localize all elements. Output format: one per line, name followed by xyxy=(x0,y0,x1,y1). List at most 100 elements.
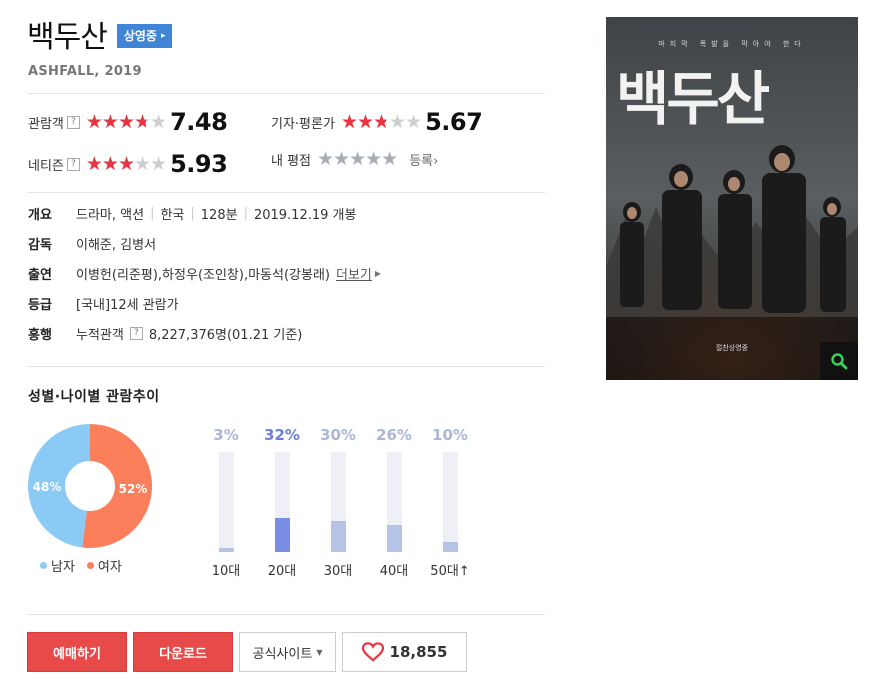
my-rating: 내 평점 ★★★★★ 등록› xyxy=(271,150,438,170)
netizen-rating-label: 네티즌 xyxy=(28,158,64,174)
age-bar-track xyxy=(386,452,402,552)
age-bar xyxy=(386,524,402,552)
cast-role: (리준평), xyxy=(111,268,163,283)
critics-rating: 기자·평론가 ★★★★★★★★★★ 5.67 xyxy=(271,108,483,136)
movie-poster[interactable]: 마지막 폭발을 막아야 한다 백두산 절찬상영중 xyxy=(606,17,858,380)
age-bar-track xyxy=(218,452,234,552)
grade-label: 등급 xyxy=(28,298,52,313)
heart-icon xyxy=(361,642,384,662)
cast-more-link[interactable]: 더보기 xyxy=(336,264,372,283)
age-label: 30대 xyxy=(323,564,353,579)
age-bar xyxy=(218,548,234,552)
legend-male: 남자 xyxy=(40,556,75,575)
movie-title: 백두산 xyxy=(27,20,108,55)
gender-donut-chart: 48% 52% xyxy=(28,424,153,548)
cast-link[interactable]: 이병헌 xyxy=(76,264,112,283)
register-rating-link[interactable]: 등록› xyxy=(409,150,438,169)
cast-row: 출연 이병헌 (리준평), 하정우 (조인창), 마동석 (강봉래) 더보기 ▶ xyxy=(28,264,381,283)
age-column: 10% 50대↑ xyxy=(430,426,470,579)
release-date-link[interactable]: 2019.12.19 개봉 xyxy=(254,204,357,223)
age-bar xyxy=(442,541,458,552)
poster-title: 백두산 xyxy=(616,65,770,133)
divider xyxy=(27,192,545,193)
age-pct-label: 3% xyxy=(213,426,239,444)
poster-tagline: 마지막 폭발을 막아야 한다 xyxy=(658,40,806,48)
age-bar-track xyxy=(274,452,290,552)
age-column: 30% 30대 xyxy=(318,426,358,579)
netizen-score: 5.93 xyxy=(170,150,228,178)
age-bar-track xyxy=(330,452,346,552)
divider xyxy=(27,93,545,94)
search-icon xyxy=(831,353,848,370)
age-pct-label: 32% xyxy=(264,426,300,444)
director-links[interactable]: 이해준, 김병서 xyxy=(76,234,156,253)
boxoffice-label: 흥행 xyxy=(28,328,52,343)
director-label: 감독 xyxy=(28,238,52,253)
help-icon[interactable]: ? xyxy=(129,327,143,340)
cast-role: (강봉래) xyxy=(283,268,331,283)
age-pct-label: 30% xyxy=(320,426,356,444)
overview-label: 개요 xyxy=(28,208,52,223)
age-label: 40대 xyxy=(379,564,409,579)
age-pct-label: 10% xyxy=(432,426,468,444)
my-rating-stars[interactable]: ★★★★★ xyxy=(317,150,398,169)
age-label: 20대 xyxy=(267,564,297,579)
status-badge-label: 상영중 xyxy=(123,29,157,43)
grade-prefix: [국내] xyxy=(76,298,111,313)
help-icon[interactable]: ? xyxy=(66,115,80,129)
grade-row: 등급 [국내] 12세 관람가 xyxy=(28,294,179,313)
chevron-right-icon: ▸ xyxy=(160,31,166,41)
netizen-stars: ★★★★★★★★★★ xyxy=(85,152,167,175)
age-pct-label: 26% xyxy=(376,426,412,444)
movie-subtitle: ASHFALL, 2019 xyxy=(28,64,142,79)
audience-stars: ★★★★★★★★★★ xyxy=(85,110,167,133)
critics-rating-label: 기자·평론가 xyxy=(271,116,335,132)
reserve-button[interactable]: 예매하기 xyxy=(27,632,127,672)
title-row: 백두산 상영중 ▸ xyxy=(27,12,173,56)
boxoffice-value: 8,227,376명(01.21 기준) xyxy=(148,328,303,343)
runtime: 128분 xyxy=(200,208,238,223)
cast-link[interactable]: 하정우 xyxy=(162,264,198,283)
age-bar xyxy=(330,520,346,552)
director-row: 감독 이해준, 김병서 xyxy=(28,234,156,253)
cast-label: 출연 xyxy=(28,268,52,283)
zoom-button[interactable] xyxy=(820,342,858,380)
official-site-label: 공식사이트 xyxy=(252,646,313,662)
boxoffice-prefix: 누적관객 xyxy=(76,328,124,343)
age-bar xyxy=(274,518,290,552)
critics-score: 5.67 xyxy=(425,108,483,136)
my-rating-label: 내 평점 xyxy=(271,154,312,169)
cast-role: (조인창), xyxy=(197,268,249,283)
official-site-dropdown[interactable]: 공식사이트 ▼ xyxy=(239,632,336,672)
legend-female: 여자 xyxy=(86,556,122,575)
trend-section-title: 성별·나이별 관람추이 xyxy=(28,389,160,405)
gender-legend: 남자 여자 xyxy=(40,556,122,575)
grade-link[interactable]: 12세 관람가 xyxy=(110,294,179,313)
download-button[interactable]: 다운로드 xyxy=(133,632,233,672)
female-pct-label: 52% xyxy=(119,482,148,496)
netizen-rating: 네티즌 ? ★★★★★★★★★★ 5.93 xyxy=(28,150,228,178)
like-count: 18,855 xyxy=(389,643,448,661)
age-label: 10대 xyxy=(211,564,241,579)
audience-rating: 관람객 ? ★★★★★★★★★★ 7.48 xyxy=(28,108,228,136)
chevron-down-icon: ▼ xyxy=(316,647,323,657)
male-pct-label: 48% xyxy=(33,480,62,494)
age-bar-track xyxy=(442,452,458,552)
genre-link[interactable]: 드라마, 액션 xyxy=(76,204,144,223)
critics-stars: ★★★★★★★★★★ xyxy=(340,110,422,133)
age-column: 26% 40대 xyxy=(374,426,414,579)
help-icon[interactable]: ? xyxy=(66,157,80,171)
age-label: 50대↑ xyxy=(430,564,470,579)
audience-score: 7.48 xyxy=(170,108,228,136)
age-column: 32% 20대 xyxy=(262,426,302,579)
audience-rating-label: 관람객 xyxy=(28,116,64,132)
like-button[interactable]: 18,855 xyxy=(342,632,467,672)
cast-link[interactable]: 마동석 xyxy=(248,264,284,283)
country-link[interactable]: 한국 xyxy=(160,204,184,223)
divider xyxy=(27,366,545,367)
status-badge[interactable]: 상영중 ▸ xyxy=(116,24,173,48)
boxoffice-row: 흥행 누적관객 ? 8,227,376명(01.21 기준) xyxy=(28,324,302,343)
chevron-right-icon: ▶ xyxy=(374,269,382,278)
age-column: 3% 10대 xyxy=(206,426,246,579)
action-buttons: 예매하기 다운로드 공식사이트 ▼ 18,855 xyxy=(27,632,467,672)
